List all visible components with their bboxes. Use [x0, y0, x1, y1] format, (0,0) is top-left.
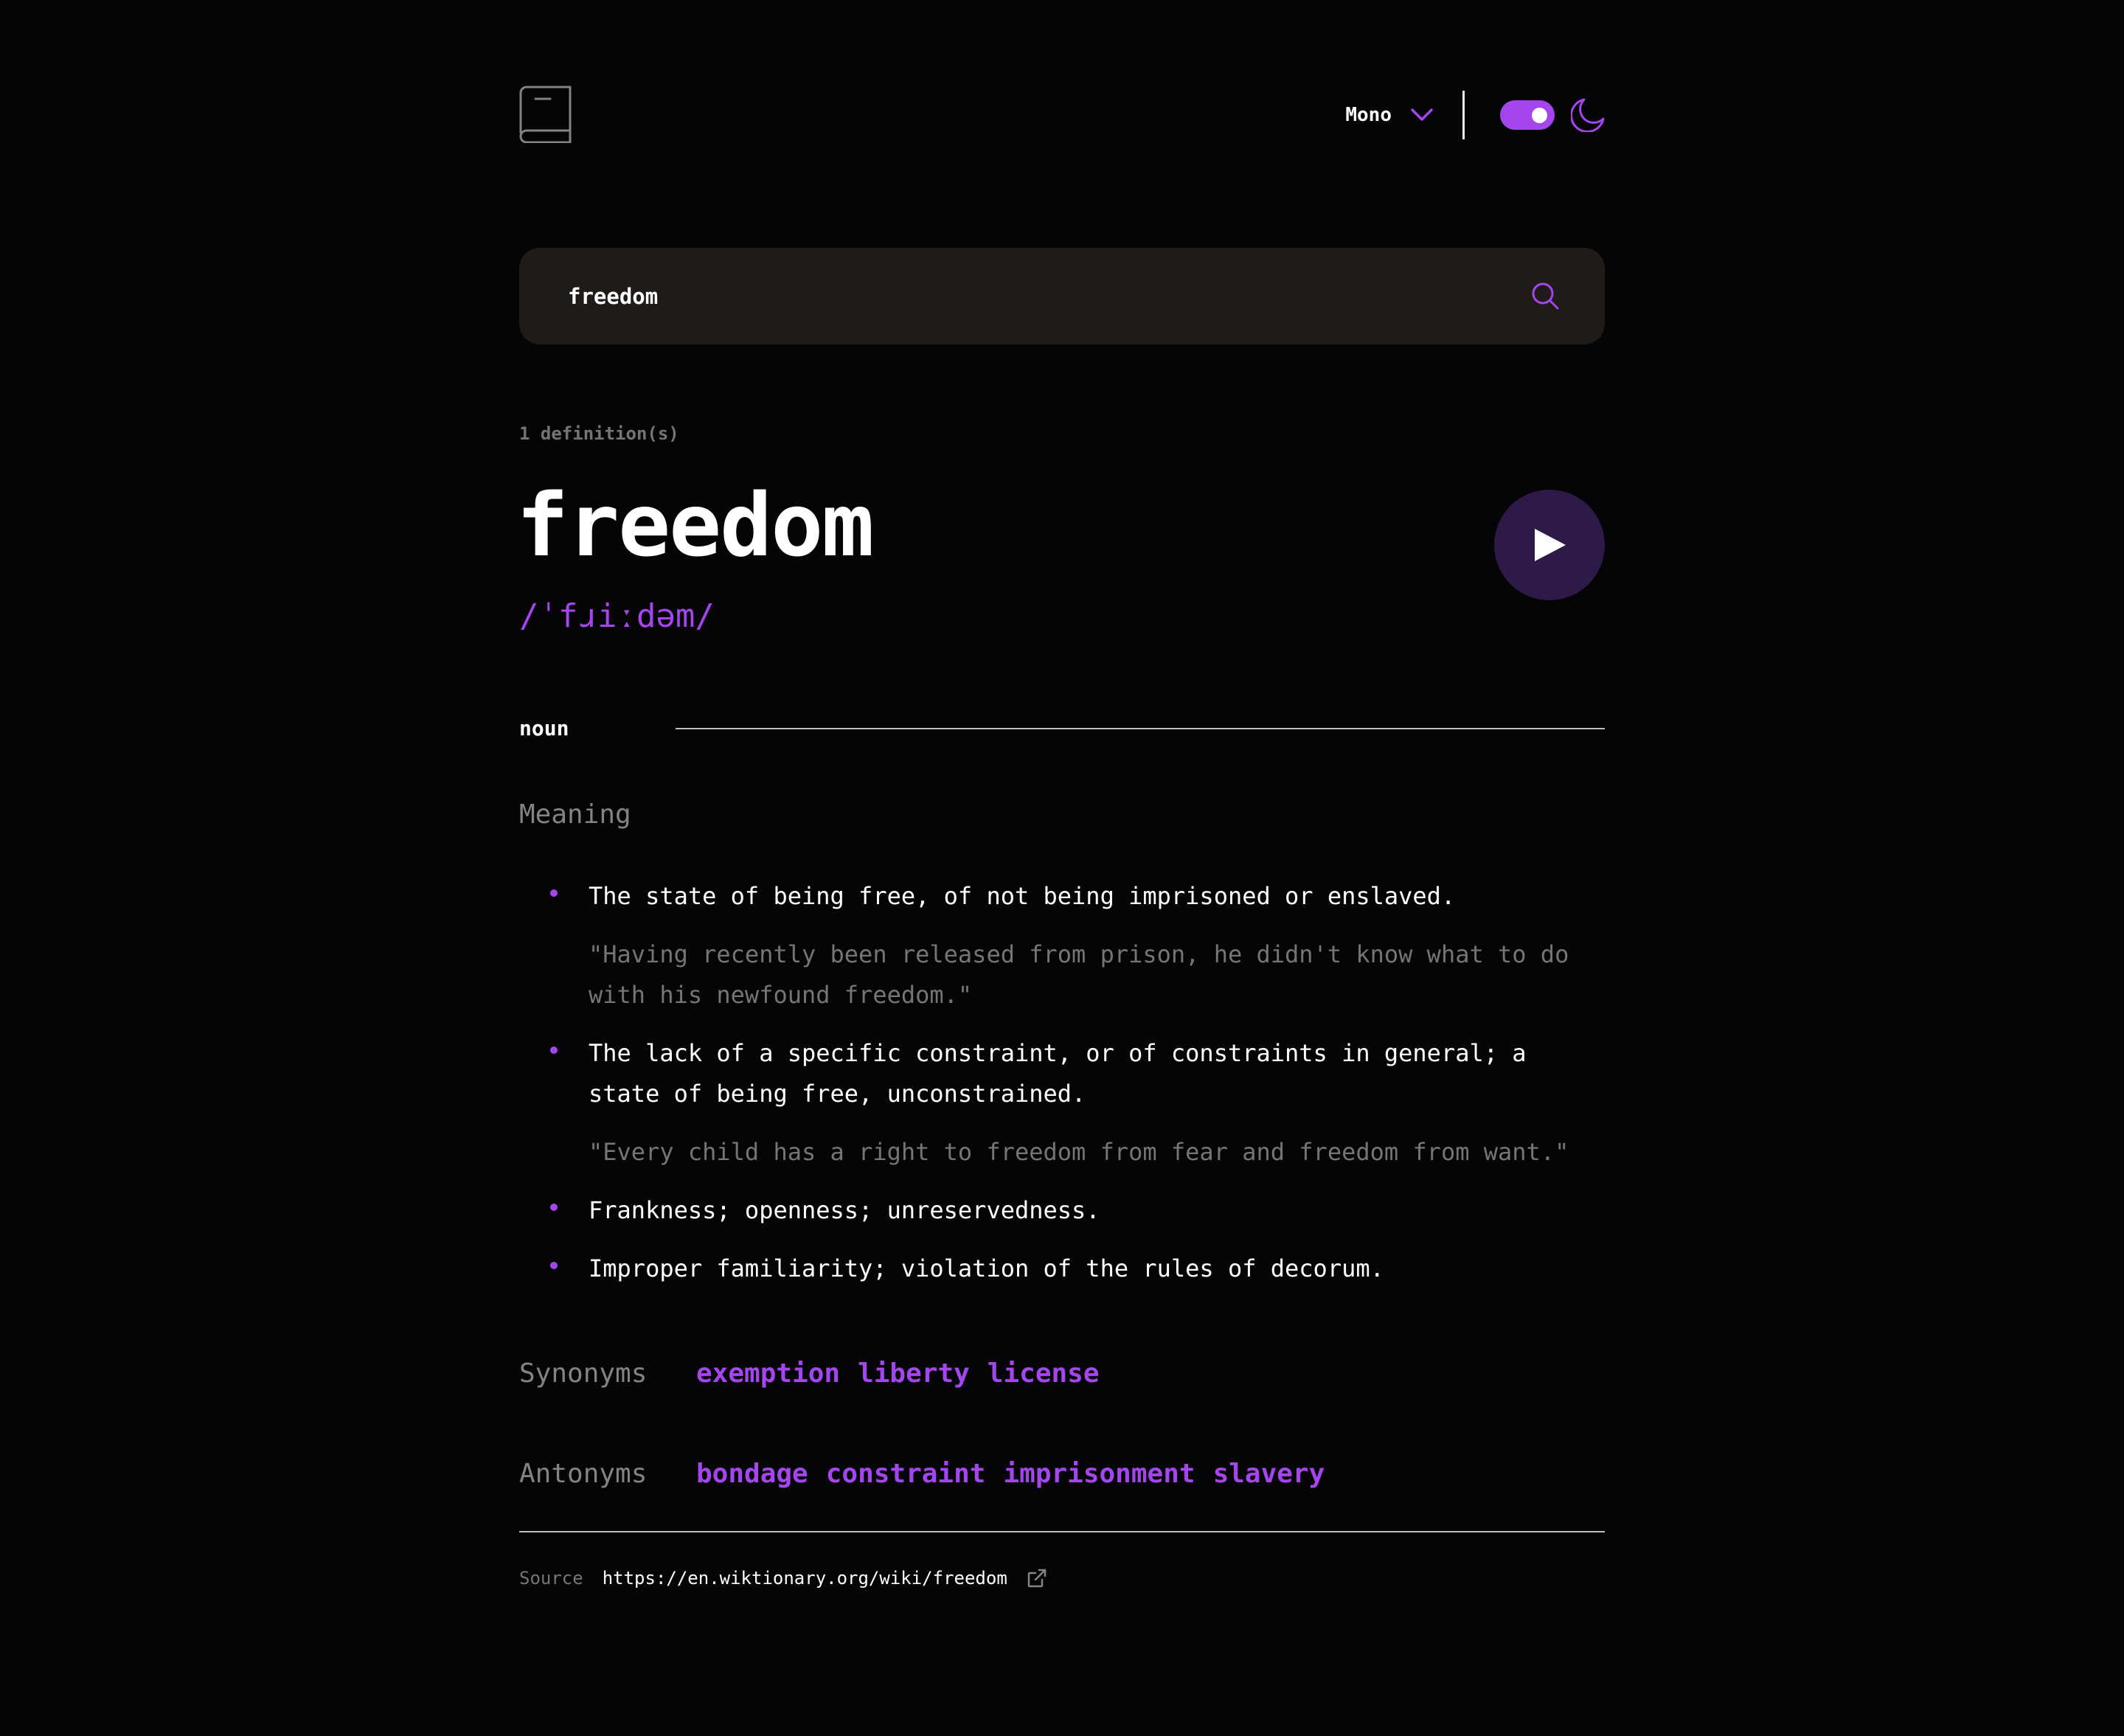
part-of-speech-divider	[676, 728, 1605, 729]
chevron-down-icon	[1411, 108, 1433, 121]
toggle-knob	[1532, 108, 1547, 123]
play-pronunciation-button[interactable]	[1494, 490, 1605, 600]
antonyms-row: Antonyms bondage constraint imprisonment…	[519, 1456, 1605, 1493]
book-icon[interactable]	[519, 86, 572, 143]
external-link-icon[interactable]	[1027, 1568, 1047, 1589]
antonyms-list: bondage constraint imprisonment slavery	[696, 1456, 1342, 1493]
header-controls: Mono	[1345, 86, 1605, 145]
phonetic-text: /ˈfɹiːdəm/	[519, 597, 715, 635]
antonym-link[interactable]: slavery	[1213, 1456, 1325, 1493]
definition-text: The state of being free, of not being im…	[589, 882, 1456, 910]
moon-icon	[1571, 98, 1605, 132]
antonyms-label: Antonyms	[519, 1459, 648, 1489]
play-icon	[1535, 529, 1566, 561]
definition-text: Frankness; openness; unreservedness.	[589, 1196, 1100, 1224]
bullet-dot	[550, 1262, 558, 1269]
footer-divider	[519, 1531, 1605, 1532]
bullet-dot	[550, 889, 558, 897]
definition-example: "Having recently been released from pris…	[589, 940, 1569, 1009]
font-select-value: Mono	[1345, 104, 1392, 126]
header-divider	[1462, 91, 1465, 139]
synonyms-row: Synonyms exemption liberty license	[519, 1355, 1605, 1392]
part-of-speech-label: noun	[519, 716, 569, 740]
antonym-link[interactable]: bondage	[696, 1456, 808, 1493]
synonym-link[interactable]: liberty	[858, 1355, 970, 1392]
search-icon[interactable]	[1531, 282, 1559, 310]
synonym-link[interactable]: license	[988, 1355, 1100, 1392]
definitions-list: The state of being free, of not being im…	[519, 876, 1605, 1307]
definition-example: "Every child has a right to freedom from…	[589, 1138, 1569, 1166]
definition-text: Improper familiarity; violation of the r…	[589, 1254, 1384, 1282]
source-label: Source	[519, 1568, 583, 1589]
search-bar	[519, 248, 1605, 344]
list-item: The state of being free, of not being im…	[519, 876, 1605, 1015]
list-item: Improper familiarity; violation of the r…	[519, 1249, 1605, 1289]
source-link[interactable]: https://en.wiktionary.org/wiki/freedom	[603, 1568, 1007, 1589]
list-item: The lack of a specific constraint, or of…	[519, 1033, 1605, 1173]
synonym-link[interactable]: exemption	[696, 1355, 840, 1392]
list-item: Frankness; openness; unreservedness.	[519, 1190, 1605, 1231]
bullet-dot	[550, 1046, 558, 1054]
part-of-speech-row: noun	[519, 714, 1605, 743]
meaning-heading: Meaning	[519, 799, 631, 830]
header: Mono	[519, 86, 1605, 145]
definition-count: 1 definition(s)	[519, 423, 679, 444]
search-input[interactable]	[568, 248, 1453, 344]
synonyms-list: exemption liberty license	[696, 1355, 1117, 1392]
antonym-link[interactable]: constraint	[826, 1456, 986, 1493]
synonyms-label: Synonyms	[519, 1358, 648, 1389]
source-row: Source https://en.wiktionary.org/wiki/fr…	[519, 1563, 1047, 1593]
font-family-select[interactable]: Mono	[1345, 104, 1433, 126]
bullet-dot	[550, 1204, 558, 1211]
word-title: freedom	[516, 474, 874, 576]
definition-text: The lack of a specific constraint, or of…	[589, 1039, 1527, 1108]
theme-toggle[interactable]	[1500, 100, 1555, 130]
antonym-link[interactable]: imprisonment	[1003, 1456, 1195, 1493]
